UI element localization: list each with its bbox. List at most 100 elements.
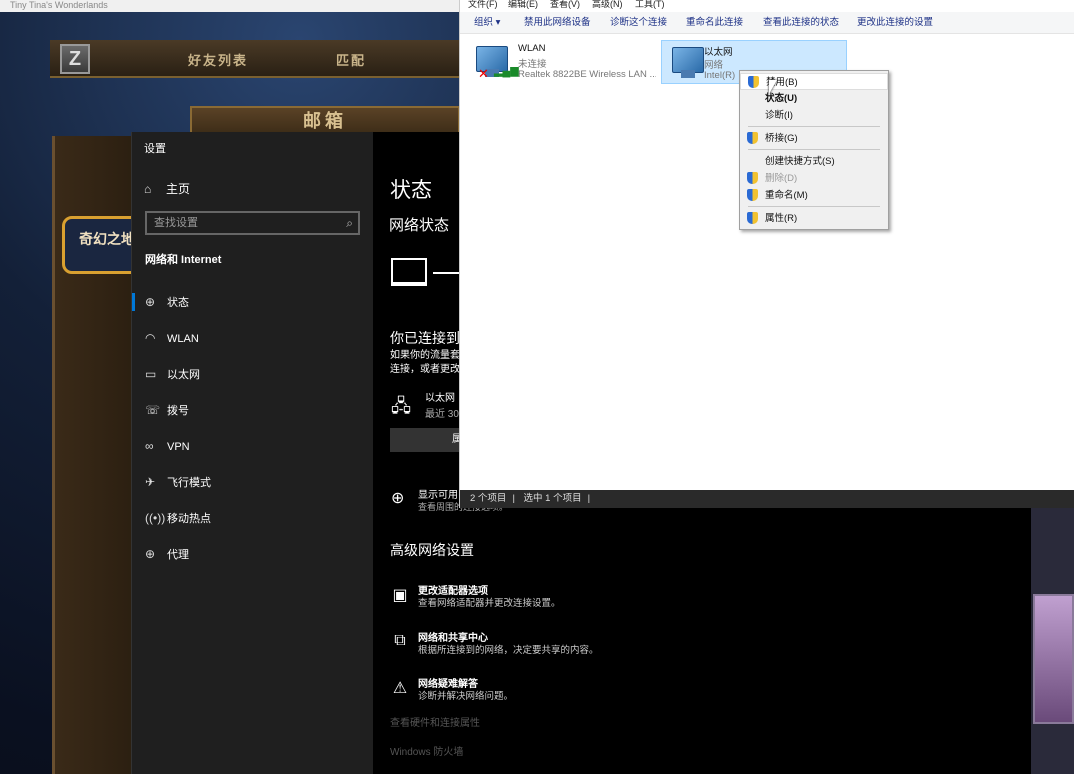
sidebar-item-wlan[interactable]: ◠ WLAN: [132, 327, 373, 349]
ethernet-name: 以太网: [425, 393, 455, 404]
shield-icon: [748, 76, 759, 88]
menu-advanced[interactable]: 高级(N): [592, 0, 623, 9]
command-bar: 组织 ▾ 禁用此网络设备 诊断这个连接 重命名此连接 查看此连接的状态 更改此连…: [460, 12, 1074, 34]
connected-text: 你已连接到: [390, 330, 460, 346]
game-wonder-label[interactable]: 奇幻之地: [62, 216, 138, 274]
network-status-heading: 网络状态: [389, 217, 450, 234]
adapter-name: 以太网: [704, 47, 733, 58]
menu-item-label: 重命名(M): [765, 190, 808, 201]
warning-icon: ⚠: [392, 680, 408, 697]
show-networks-title[interactable]: 显示可用: [418, 486, 463, 501]
hardware-props-link[interactable]: 查看硬件和连接属性: [390, 714, 480, 729]
firewall-link[interactable]: Windows 防火墙: [390, 743, 463, 758]
sidebar-item-label: VPN: [167, 441, 190, 453]
desktop: Tiny Tina's Wonderlands Z 好友列表 匹配 邮箱 奇幻之…: [0, 0, 1074, 774]
network-adapter-icon: [672, 47, 704, 78]
connected-desc-line2: 连接，或者更改: [390, 364, 460, 375]
adapter-icon: ▣: [392, 587, 408, 604]
adapter-name: WLAN: [518, 43, 546, 54]
connected-desc: 如果你的流量套 连接，或者更改: [390, 349, 462, 377]
adapter-status: 未连接: [518, 59, 547, 70]
organize-button[interactable]: 组织 ▾: [474, 12, 500, 34]
view-status-button[interactable]: 查看此连接的状态: [763, 12, 839, 34]
sidebar-item-label: 状态: [167, 297, 189, 309]
section-heading: 网络和 Internet: [145, 254, 222, 266]
status-icon: ⊕: [145, 295, 156, 309]
sidebar-item-status[interactable]: ⊕ 状态: [132, 291, 373, 313]
disable-device-button[interactable]: 禁用此网络设备: [524, 12, 591, 34]
airplane-icon: ✈: [145, 475, 156, 489]
context-menu: 禁用(B) 状态(U) 诊断(I) 桥接(G) 创建快捷方式(S) 删除(D) …: [739, 70, 889, 230]
sidebar-item-label: 拨号: [167, 405, 189, 417]
game-z-button[interactable]: Z: [60, 44, 90, 74]
sharing-center-link[interactable]: ⧉ 网络和共享中心 根据所连接到的网络，决定要共享的内容。: [390, 629, 790, 659]
menu-edit[interactable]: 编辑(E): [508, 0, 538, 9]
sidebar-item-hotspot[interactable]: ((•)) 移动热点: [132, 507, 373, 529]
menu-item-disable[interactable]: 禁用(B): [740, 73, 888, 90]
ethernet-status-icon: 🖧: [391, 396, 412, 416]
show-networks-icon: ⊕: [391, 490, 405, 507]
adapter-device: Realtek 8822BE Wireless LAN ...: [518, 69, 656, 80]
sidebar-item-dialup[interactable]: ☏ 拨号: [132, 399, 373, 421]
menu-separator: [748, 126, 880, 127]
settings-search-input[interactable]: 查找设置 ⌕: [145, 211, 360, 235]
menu-item-label: 状态(U): [765, 93, 798, 104]
adv-sub: 根据所连接到的网络，决定要共享的内容。: [418, 645, 599, 656]
menu-separator: [748, 206, 880, 207]
vpn-icon: ∞: [145, 439, 154, 453]
game-artwork: [1033, 594, 1074, 724]
connected-desc-line1: 如果你的流量套: [390, 350, 460, 361]
sidebar-item-label: 移动热点: [167, 513, 211, 525]
menu-item-label: 诊断(I): [765, 110, 793, 121]
rename-button[interactable]: 重命名此连接: [686, 12, 743, 34]
search-placeholder: 查找设置: [154, 217, 198, 229]
diagnose-button[interactable]: 诊断这个连接: [610, 12, 667, 34]
menu-item-status[interactable]: 状态(U): [740, 90, 888, 107]
adapter-wlan[interactable]: ✕ ▂▄▆ WLAN 未连接 Realtek 8822BE Wireless L…: [466, 40, 656, 84]
menu-item-label: 创建快捷方式(S): [765, 156, 835, 167]
menu-item-properties[interactable]: 属性(R): [740, 210, 888, 227]
menu-file[interactable]: 文件(F): [468, 0, 498, 9]
laptop-icon: [391, 258, 427, 286]
sidebar-item-ethernet[interactable]: ▭ 以太网: [132, 363, 373, 385]
troubleshoot-link[interactable]: ⚠ 网络疑难解答 诊断并解决网络问题。: [390, 675, 790, 705]
home-icon: ⌂: [144, 182, 152, 196]
menu-item-bridge[interactable]: 桥接(G): [740, 130, 888, 147]
home-label: 主页: [166, 182, 191, 196]
game-nav-match[interactable]: 匹配: [336, 50, 366, 69]
menu-item-rename[interactable]: 重命名(M): [740, 187, 888, 204]
adapter-options-link[interactable]: ▣ 更改适配器选项 查看网络适配器并更改连接设置。: [390, 582, 790, 612]
adapter-status: 网络: [704, 60, 724, 71]
mouse-cursor: [769, 80, 777, 94]
sharing-icon: ⧉: [394, 632, 406, 649]
sidebar-item-airplane[interactable]: ✈ 飞行模式: [132, 471, 373, 493]
disconnected-icon: ✕: [478, 66, 489, 81]
status-separator: |: [512, 493, 515, 504]
item-count: 2 个项目: [470, 493, 507, 504]
game-title: Tiny Tina's Wonderlands: [0, 0, 470, 12]
sidebar-item-vpn[interactable]: ∞ VPN: [132, 435, 373, 457]
menu-item-diagnose[interactable]: 诊断(I): [740, 107, 888, 124]
home-link[interactable]: ⌂ 主页: [144, 180, 364, 198]
wifi-icon: ◠: [145, 331, 156, 345]
game-nav-friends[interactable]: 好友列表: [188, 50, 248, 69]
shield-icon: [747, 189, 758, 201]
hotspot-icon: ((•)): [145, 511, 166, 525]
menu-separator: [748, 149, 880, 150]
menu-item-label: 桥接(G): [765, 133, 798, 144]
menu-item-label: 属性(R): [765, 213, 798, 224]
menu-view[interactable]: 查看(V): [550, 0, 580, 9]
change-settings-button[interactable]: 更改此连接的设置: [857, 12, 933, 34]
settings-title: 设置: [144, 143, 166, 155]
shield-icon: [747, 132, 758, 144]
properties-button[interactable]: 属: [390, 428, 462, 452]
advanced-heading: 高级网络设置: [390, 542, 474, 558]
menu-tools[interactable]: 工具(T): [635, 0, 665, 9]
proxy-icon: ⊕: [145, 547, 156, 561]
status-separator: |: [587, 493, 591, 504]
ethernet-icon: ▭: [145, 367, 157, 381]
menu-bar: 文件(F) 编辑(E) 查看(V) 高级(N) 工具(T): [460, 0, 1074, 10]
menu-item-shortcut[interactable]: 创建快捷方式(S): [740, 153, 888, 170]
selected-count: 选中 1 个项目: [523, 493, 582, 504]
sidebar-item-proxy[interactable]: ⊕ 代理: [132, 543, 373, 565]
